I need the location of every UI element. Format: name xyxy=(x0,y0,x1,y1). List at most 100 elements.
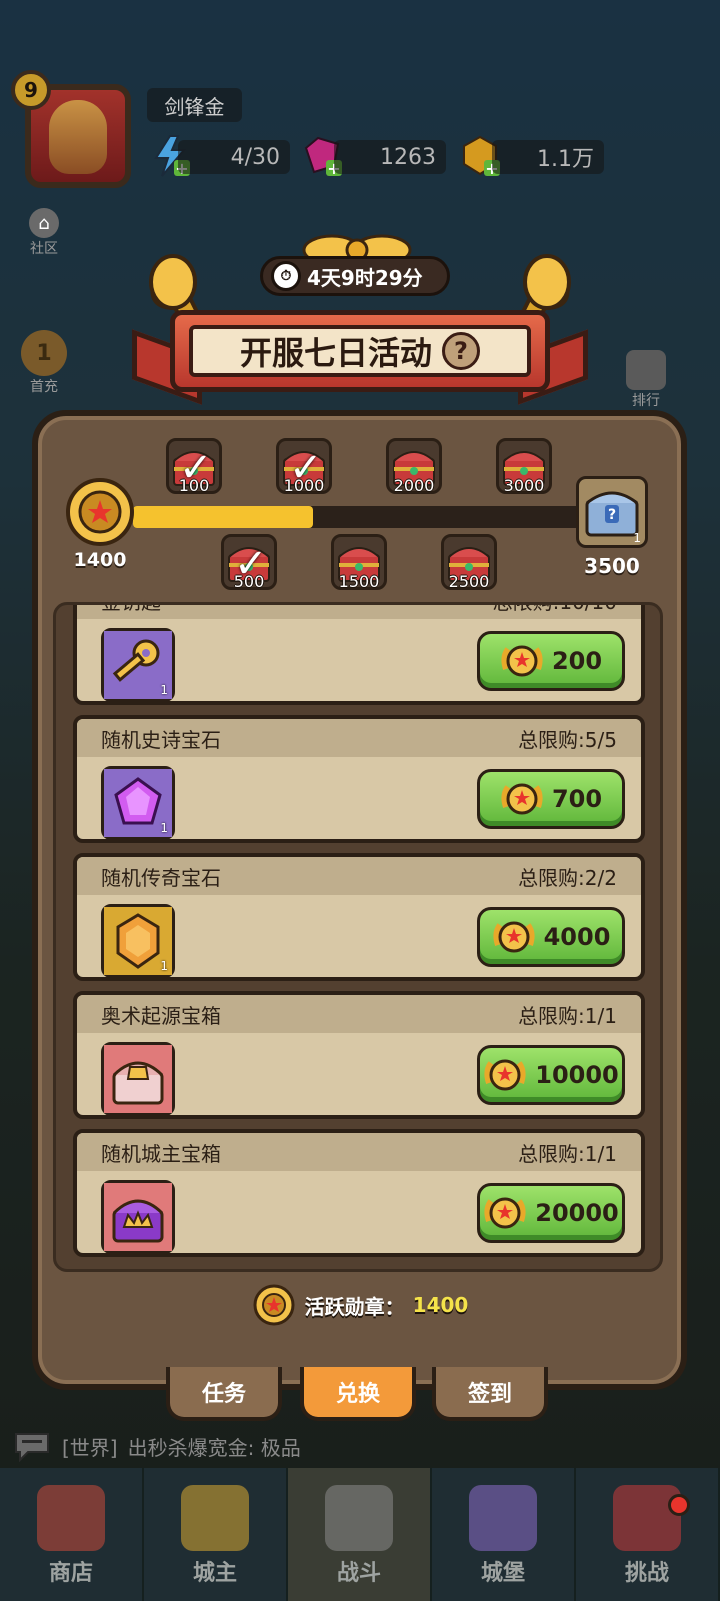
event-timer-text: 4天9时29分 xyxy=(307,265,423,290)
nav-label: 城堡 xyxy=(480,1561,525,1586)
item-name: 随机城主宝箱 xyxy=(101,1141,221,1166)
item-name: 金钥匙 xyxy=(101,605,161,615)
medal-icon xyxy=(501,783,543,815)
purchase-limit: 总限购:1/1 xyxy=(518,1141,617,1166)
progress-fill xyxy=(133,506,313,528)
title-ribbon: 开服七日活动 ? xyxy=(170,310,550,392)
exchange-price: 200 xyxy=(551,647,603,675)
purchase-limit: 总限购:2/2 xyxy=(518,865,617,890)
medal-icon xyxy=(493,921,535,953)
world-chat-bar[interactable]: [世界] 出秒杀爆宽金: 极品 xyxy=(0,1424,720,1468)
event-title-group: 开服七日活动 ? xyxy=(240,328,480,374)
swords-icon xyxy=(325,1485,393,1551)
exchange-button[interactable]: 700 xyxy=(477,769,625,829)
level-badge: 9 xyxy=(11,70,51,110)
first-recharge-icon: 1 xyxy=(21,330,67,376)
community-label: 社区 xyxy=(30,241,58,257)
item-count: 1 xyxy=(160,683,168,697)
event-modal: 1400 ? 1 3500 ✓ 100 ✓ 1000 2000 3000 ✓ 5… xyxy=(32,410,687,1390)
first-recharge-label: 首充 xyxy=(30,379,58,395)
exchange-button[interactable]: 20000 xyxy=(477,1183,625,1243)
progress-track xyxy=(133,506,583,528)
nav-label: 战斗 xyxy=(336,1561,381,1586)
exchange-list[interactable]: 金钥匙 总限购:10/10 1 200 随机史诗宝石 总限购:5/5 1 700… xyxy=(53,602,663,1272)
exchange-item-card: 随机传奇宝石 总限购:2/2 1 4000 xyxy=(73,853,645,981)
medal-icon xyxy=(484,1059,526,1091)
nav-label: 城主 xyxy=(192,1561,237,1586)
exchange-button[interactable]: 4000 xyxy=(477,907,625,967)
purchase-limit: 总限购:10/10 xyxy=(493,605,617,615)
player-name: 剑锋金 xyxy=(147,88,242,122)
card-header: 随机史诗宝石 总限购:5/5 xyxy=(77,719,641,757)
milestone-label: 2000 xyxy=(393,476,435,495)
exchange-button[interactable]: 10000 xyxy=(477,1045,625,1105)
purchase-limit: 总限购:5/5 xyxy=(518,727,617,752)
nav-label: 挑战 xyxy=(624,1561,669,1586)
chat-message: 出秒杀爆宽金: 极品 xyxy=(127,1435,301,1460)
tab-checkin[interactable]: 签到 xyxy=(432,1367,548,1421)
exchange-item-card: 奥术起源宝箱 总限购:1/1 10000 xyxy=(73,991,645,1119)
exchange-item-card: 随机城主宝箱 总限购:1/1 20000 xyxy=(73,1129,645,1257)
item-count: 1 xyxy=(160,821,168,835)
event-title: 开服七日活动 xyxy=(239,334,432,372)
final-reward-count: 1 xyxy=(633,531,641,545)
milestone-label: 1500 xyxy=(338,572,380,591)
medal-icon xyxy=(66,478,134,546)
notification-dot xyxy=(668,1494,690,1516)
orange-gem-icon[interactable]: 1 xyxy=(101,904,175,977)
exchange-item-card: 随机史诗宝石 总限购:5/5 1 700 xyxy=(73,715,645,843)
first-recharge-button[interactable]: 1 首充 xyxy=(14,330,74,396)
event-timer: ⏱ 4天9时29分 xyxy=(260,256,450,296)
milestone-label: 1000 xyxy=(283,476,325,495)
event-banner: 开服七日活动 ? ⏱ 4天9时29分 xyxy=(130,230,590,430)
nav-challenge[interactable]: 挑战 xyxy=(576,1468,720,1601)
rank-button[interactable]: 排行 xyxy=(616,350,676,410)
item-name: 随机史诗宝石 xyxy=(101,727,221,752)
tab-exchange[interactable]: 兑换 xyxy=(300,1367,416,1421)
exchange-item-card: 金钥匙 总限购:10/10 1 200 xyxy=(73,605,645,705)
key-icon[interactable]: 1 xyxy=(101,628,175,701)
exchange-button[interactable]: 200 xyxy=(477,631,625,691)
milestone-label: 3000 xyxy=(503,476,545,495)
castle-icon xyxy=(469,1485,537,1551)
medal-icon xyxy=(253,1284,295,1326)
card-header: 随机传奇宝石 总限购:2/2 xyxy=(77,857,641,895)
chat-channel: [世界] xyxy=(62,1435,118,1460)
medal-icon xyxy=(484,1197,526,1229)
nav-swords[interactable]: 战斗 xyxy=(288,1468,432,1601)
gem-value[interactable]: 1263 xyxy=(334,140,446,174)
energy-value[interactable]: 4/30 xyxy=(178,140,290,174)
rank-label: 排行 xyxy=(632,393,660,409)
purchase-limit: 总限购:1/1 xyxy=(518,1003,617,1028)
chat-bubble-icon xyxy=(15,1433,49,1462)
purple-gem-icon[interactable]: 1 xyxy=(101,766,175,839)
milestone-label: 100 xyxy=(178,476,210,495)
exchange-price: 4000 xyxy=(543,923,611,951)
medal-balance-label: 活跃勋章： xyxy=(304,1294,405,1319)
final-reward-chest[interactable]: ? 1 xyxy=(576,476,648,548)
current-medals-label: 1400 xyxy=(73,549,127,571)
final-reward-label: 3500 xyxy=(584,554,640,578)
crown-chest-icon[interactable] xyxy=(101,1180,175,1253)
milestone-label: 2500 xyxy=(448,572,490,591)
tab-tasks[interactable]: 任务 xyxy=(166,1367,282,1421)
exchange-price: 10000 xyxy=(535,1061,619,1089)
challenge-icon xyxy=(613,1485,681,1551)
gold-value[interactable]: 1.1万 xyxy=(492,140,604,174)
nav-crown[interactable]: 城主 xyxy=(144,1468,288,1601)
community-button[interactable]: ⌂ 社区 xyxy=(22,208,66,258)
exchange-price: 20000 xyxy=(535,1199,619,1227)
svg-text:?: ? xyxy=(608,507,616,523)
exchange-price: 700 xyxy=(551,785,603,813)
nav-shop[interactable]: 商店 xyxy=(0,1468,144,1601)
card-header: 金钥匙 总限购:10/10 xyxy=(77,605,641,619)
milestone-label: 500 xyxy=(233,572,265,591)
armor-chest-icon[interactable] xyxy=(101,1042,175,1115)
crown-icon xyxy=(181,1485,249,1551)
nav-castle[interactable]: 城堡 xyxy=(432,1468,576,1601)
nav-label: 商店 xyxy=(48,1561,93,1586)
help-button[interactable]: ? xyxy=(442,332,480,370)
shop-icon xyxy=(37,1485,105,1551)
clock-icon: ⏱ xyxy=(271,261,301,291)
medal-balance-value: 1400 xyxy=(412,1293,469,1317)
